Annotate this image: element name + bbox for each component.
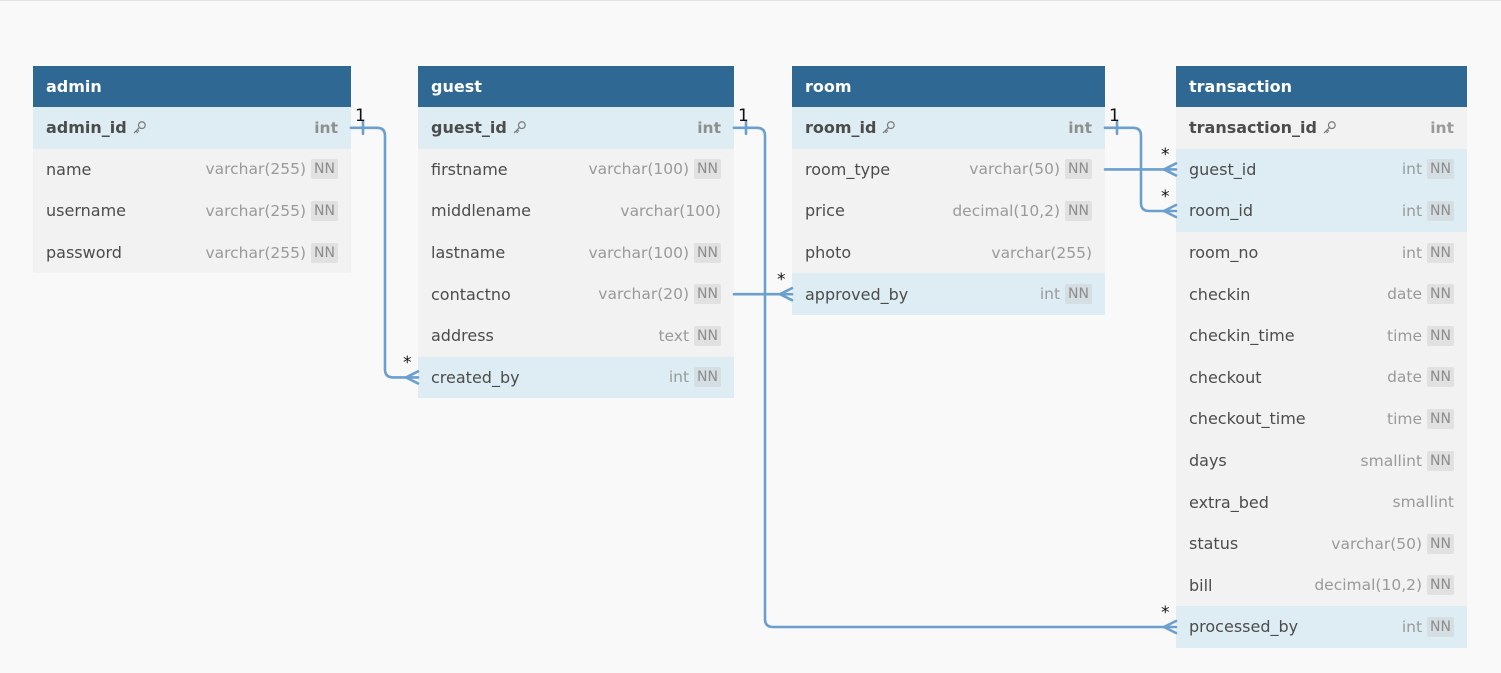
link-admin-guest-0 bbox=[349, 126, 420, 379]
cardinality-many: * bbox=[403, 353, 412, 374]
cardinality-many: * bbox=[1161, 187, 1170, 207]
cardinality-one: 1 bbox=[355, 105, 366, 126]
link-guest-transaction-1 bbox=[732, 126, 1178, 629]
cardinality-one: 1 bbox=[1109, 105, 1120, 126]
cardinality-many: * bbox=[1161, 145, 1170, 166]
diagram-canvas[interactable]: admin admin_id int name varchar(255) NN usern… bbox=[0, 0, 1501, 673]
cardinality-many: * bbox=[1161, 603, 1170, 623]
cardinality-many: * bbox=[777, 270, 786, 291]
relationship-links bbox=[349, 120, 1178, 635]
cardinality-one: 1 bbox=[738, 105, 749, 126]
